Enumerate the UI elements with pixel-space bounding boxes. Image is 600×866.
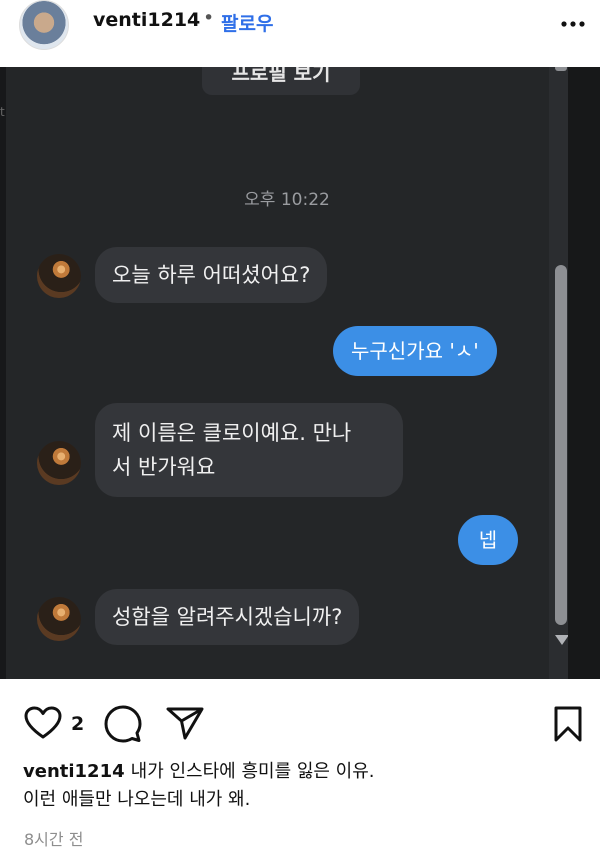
caption-text-line: 내가 인스타에 흥미를 잃은 이유.	[130, 761, 375, 782]
like-count[interactable]: 2	[71, 713, 84, 735]
message-text-line: 서 반가워요	[112, 455, 216, 479]
outgoing-message: 누구신가요 'ㅅ'	[333, 326, 497, 376]
username[interactable]: venti1214	[93, 9, 200, 31]
incoming-message: 오늘 하루 어떠셨어요?	[95, 247, 328, 303]
scrollbar-top	[555, 67, 567, 71]
incoming-message: 성함을 알려주시겠습니까?	[95, 589, 360, 645]
chat-panel: 프로필 보기 오후 10:22 오늘 하루 어떠셨어요? 누구신가요 'ㅅ' 제…	[6, 67, 573, 679]
message-text: 누구신가요 'ㅅ'	[351, 339, 479, 363]
chat-timestamp: 오후 10:22	[244, 190, 330, 210]
comment-icon[interactable]	[104, 705, 142, 747]
sender-avatar	[37, 597, 81, 641]
left-edge-mark: t	[0, 105, 5, 119]
caption-username[interactable]: venti1214	[23, 761, 125, 782]
outgoing-message: 넵	[458, 515, 518, 565]
message-text: 오늘 하루 어떠셨어요?	[112, 263, 311, 287]
message-text-line: 제 이름은 클로이예요. 만나	[112, 421, 352, 445]
message-text: 성함을 알려주시겠습니까?	[112, 605, 343, 629]
action-bar: 2	[0, 690, 600, 750]
right-edge	[568, 67, 600, 679]
scrollbar-thumb[interactable]	[555, 265, 567, 625]
sender-avatar	[37, 254, 81, 298]
post-header: venti1214 • 팔로우	[0, 0, 600, 66]
separator-dot: •	[203, 7, 215, 29]
follow-button[interactable]: 팔로우	[221, 9, 273, 36]
sender-avatar	[37, 441, 81, 485]
bookmark-icon[interactable]	[553, 706, 583, 746]
heart-icon[interactable]	[24, 706, 62, 744]
post-time: 8시간 전	[24, 830, 84, 849]
more-icon[interactable]	[560, 4, 586, 50]
post-caption: venti1214 내가 인스타에 흥미를 잃은 이유. 이런 애들만 나오는데 …	[23, 758, 583, 814]
incoming-message: 제 이름은 클로이예요. 만나 서 반가워요	[95, 403, 403, 497]
scroll-down-arrow-icon[interactable]	[555, 635, 569, 645]
message-text: 넵	[478, 528, 498, 552]
avatar[interactable]	[19, 0, 69, 50]
view-profile-button[interactable]: 프로필 보기	[202, 67, 360, 95]
share-icon[interactable]	[166, 706, 204, 744]
post-image-chat[interactable]: t 프로필 보기 오후 10:22 오늘 하루 어떠셨어요? 누구신가요 'ㅅ'…	[0, 67, 600, 679]
caption-text-line: 이런 애들만 나오는데 내가 왜.	[23, 789, 251, 810]
